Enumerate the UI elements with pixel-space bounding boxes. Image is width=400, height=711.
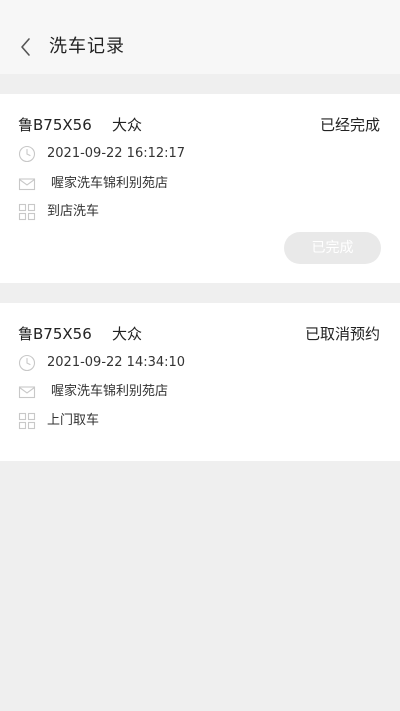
chevron-left-icon (21, 38, 30, 56)
record-shop-row: 喔家洗车锦利别苑店 (18, 174, 380, 194)
clock-icon (18, 354, 36, 372)
envelope-icon (18, 383, 36, 401)
shop-name: 喔家洗车锦利别苑店 (51, 176, 169, 191)
record-time-row: 2021-09-22 14:34:10 (18, 353, 380, 373)
service-type: 到店洗车 (47, 204, 100, 219)
shop-name: 喔家洗车锦利别苑店 (51, 384, 169, 399)
navigation-bar: 洗车记录 (0, 0, 400, 74)
record-status: 已经完成 (319, 116, 380, 134)
record-service-row: 到店洗车 (18, 202, 380, 222)
record-datetime: 2021-09-22 16:12:17 (47, 146, 186, 161)
wash-record-card[interactable]: 鲁B75X56 大众 已取消预约 2021-09-22 14:34:10 喔家洗… (0, 303, 400, 461)
license-plate: 鲁B75X56 (18, 325, 92, 343)
page: 洗车记录 鲁B75X56 大众 已经完成 2021-09-22 16:12:17 (0, 0, 400, 711)
record-status: 已取消预约 (304, 325, 380, 343)
back-button[interactable] (14, 33, 40, 61)
grid-icon (18, 203, 36, 221)
clock-icon (18, 145, 36, 163)
service-type: 上门取车 (47, 413, 100, 428)
car-brand: 大众 (112, 325, 143, 343)
envelope-icon (18, 175, 36, 193)
record-shop-row: 喔家洗车锦利别苑店 (18, 382, 380, 402)
record-header: 鲁B75X56 大众 已取消预约 (18, 323, 380, 345)
car-brand: 大众 (112, 116, 143, 134)
record-datetime: 2021-09-22 14:34:10 (47, 355, 186, 370)
license-plate: 鲁B75X56 (18, 116, 92, 134)
completed-button[interactable]: 已完成 (284, 232, 381, 264)
record-time-row: 2021-09-22 16:12:17 (18, 144, 380, 164)
page-title: 洗车记录 (49, 36, 125, 57)
record-header: 鲁B75X56 大众 已经完成 (18, 114, 380, 136)
wash-record-card[interactable]: 鲁B75X56 大众 已经完成 2021-09-22 16:12:17 喔家洗车… (0, 94, 400, 283)
grid-icon (18, 412, 36, 430)
record-service-row: 上门取车 (18, 411, 380, 431)
